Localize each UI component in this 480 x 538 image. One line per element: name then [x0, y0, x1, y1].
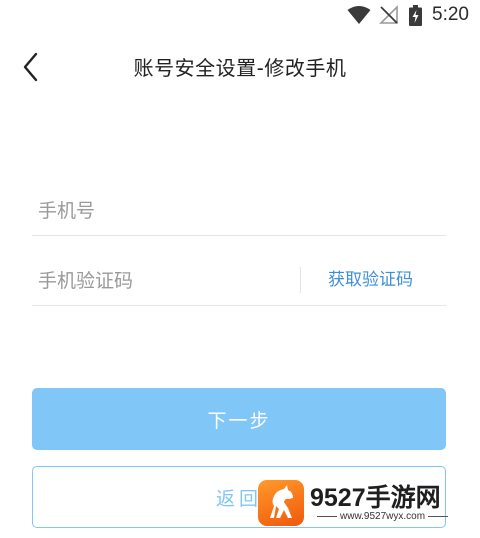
status-bar: 5:20 — [0, 0, 480, 32]
verification-code-input[interactable] — [38, 263, 288, 299]
battery-charging-icon — [409, 5, 422, 30]
nav-bar: 账号安全设置-修改手机 — [0, 40, 480, 92]
get-code-button[interactable]: 获取验证码 — [328, 265, 413, 290]
no-signal-icon — [379, 5, 399, 29]
watermark-title: 9527手游网 — [310, 484, 441, 512]
verification-code-field: 获取验证码 — [32, 259, 446, 306]
phone-input[interactable] — [38, 193, 288, 229]
phone-field — [32, 189, 446, 236]
page-title: 账号安全设置-修改手机 — [133, 56, 347, 80]
watermark: 9527手游网 www.9527wyx.com — [258, 478, 458, 530]
watermark-url: www.9527wyx.com — [314, 511, 450, 522]
next-button[interactable]: 下一步 — [32, 388, 446, 450]
horse-logo-icon — [258, 480, 304, 526]
divider — [300, 267, 301, 293]
status-time: 5:20 — [432, 4, 469, 25]
wifi-icon — [347, 5, 371, 29]
